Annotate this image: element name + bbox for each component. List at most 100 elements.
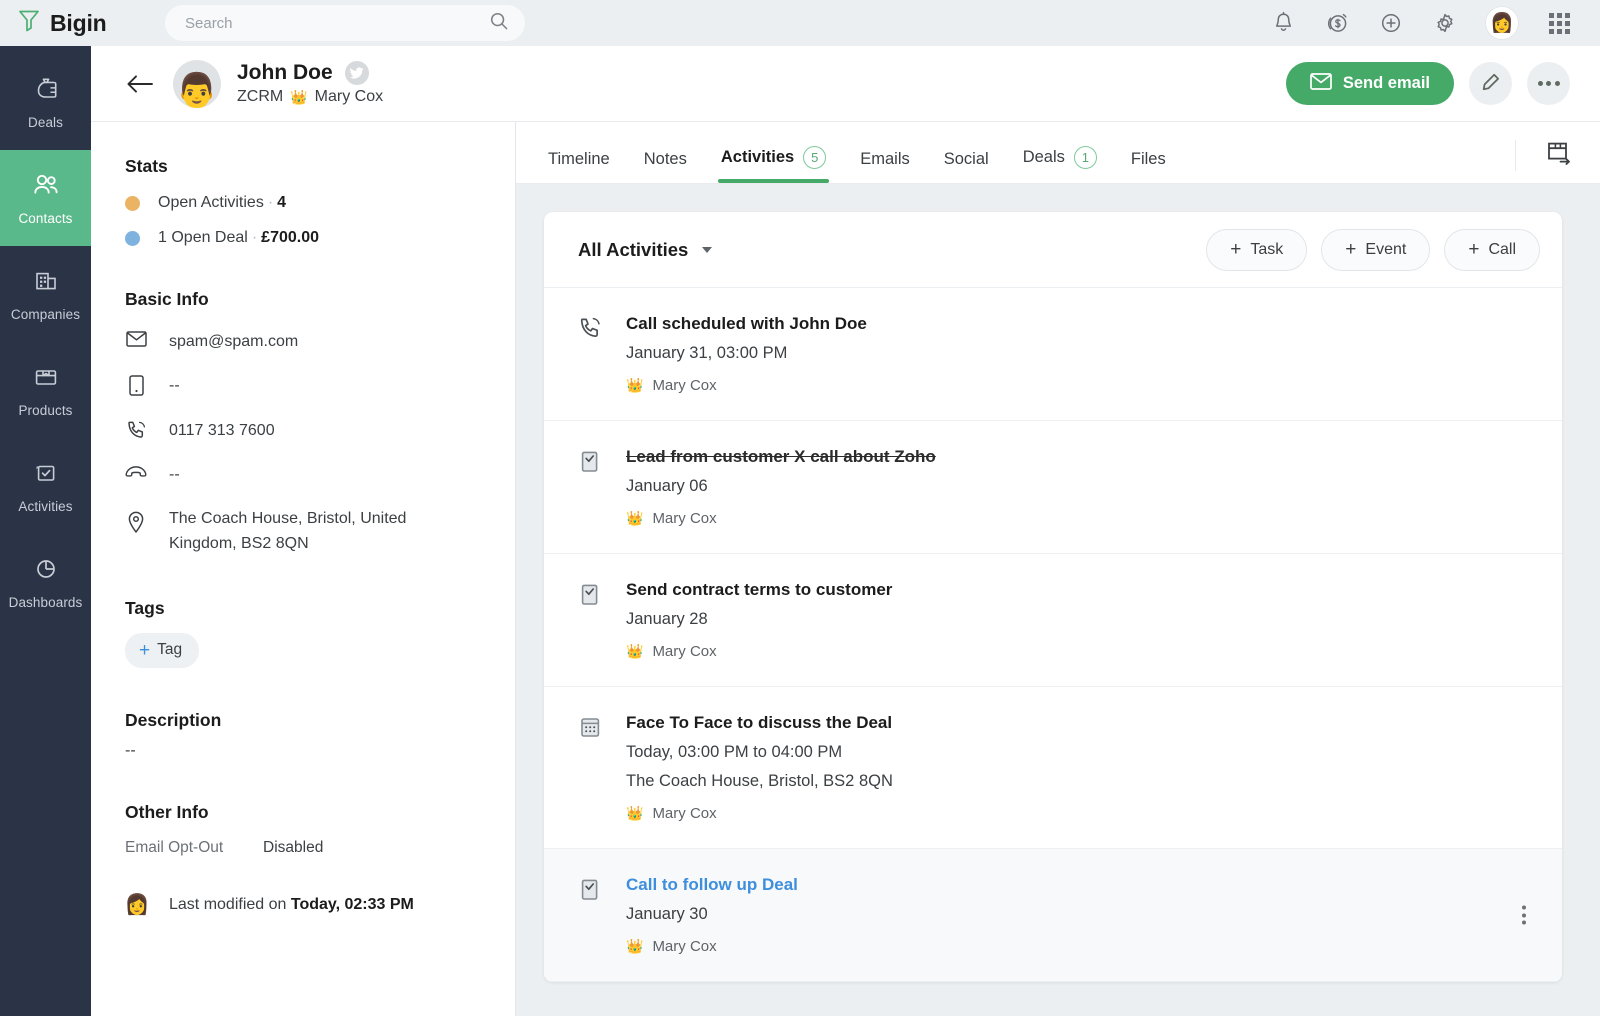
activity-title[interactable]: Send contract terms to customer bbox=[626, 580, 1540, 600]
collapse-panel-icon[interactable] bbox=[1515, 140, 1572, 171]
tab-files[interactable]: Files bbox=[1114, 150, 1183, 183]
tab-badge: 1 bbox=[1073, 146, 1097, 169]
search-box[interactable] bbox=[165, 5, 525, 41]
email-opt-out-row[interactable]: Email Opt-Out Disabled bbox=[125, 839, 481, 857]
email-icon bbox=[125, 330, 147, 347]
contact-photo: 👨 bbox=[173, 59, 221, 108]
activity-body: Lead from customer X call about Zoho Jan… bbox=[626, 447, 1540, 527]
info-row-telephone[interactable]: -- bbox=[125, 463, 481, 487]
task-icon[interactable] bbox=[578, 875, 608, 955]
last-modified-text: Last modified on Today, 02:33 PM bbox=[169, 896, 414, 914]
stat-label: 1 Open Deal bbox=[158, 229, 248, 246]
sidebar-item-activities[interactable]: Activities bbox=[0, 438, 91, 534]
email-opt-out-label: Email Opt-Out bbox=[125, 838, 224, 856]
gear-icon[interactable] bbox=[1432, 10, 1458, 36]
description-title: Description bbox=[125, 709, 222, 730]
more-options-button[interactable] bbox=[1527, 62, 1570, 105]
tab-label: Notes bbox=[643, 150, 687, 168]
activity-row[interactable]: Lead from customer X call about Zoho Jan… bbox=[544, 421, 1562, 554]
activities-card: All Activities + Task + Event + Call Cal… bbox=[544, 212, 1562, 982]
add-icon[interactable] bbox=[1378, 10, 1404, 36]
money-bag-icon bbox=[32, 75, 60, 108]
activity-meta: January 30 bbox=[626, 905, 708, 923]
info-row-email[interactable]: spam@spam.com bbox=[125, 330, 481, 354]
add-tag-button[interactable]: + Tag bbox=[125, 632, 200, 668]
sidebar-item-products[interactable]: Products bbox=[0, 342, 91, 438]
add-task-button[interactable]: + Task bbox=[1206, 228, 1308, 271]
activity-row[interactable]: Face To Face to discuss the Deal Today, … bbox=[544, 687, 1562, 849]
info-row-address[interactable]: The Coach House, Bristol, United Kingdom… bbox=[125, 507, 481, 556]
stat-open-deal[interactable]: 1 Open Deal · £700.00 bbox=[125, 229, 481, 247]
more-vertical-icon[interactable] bbox=[1522, 905, 1526, 925]
notifications-icon[interactable] bbox=[1270, 10, 1296, 36]
tab-notes[interactable]: Notes bbox=[627, 150, 704, 183]
search-icon[interactable] bbox=[489, 11, 509, 36]
back-arrow-icon[interactable] bbox=[123, 67, 157, 101]
edit-button[interactable] bbox=[1469, 62, 1512, 105]
record-identity: John Doe ZCRM 👑 Mary Cox bbox=[237, 61, 383, 106]
task-icon[interactable] bbox=[578, 447, 608, 527]
activities-scroll-area[interactable]: All Activities + Task + Event + Call Cal… bbox=[516, 184, 1600, 1016]
activity-title[interactable]: Call to follow up Deal bbox=[626, 875, 1540, 895]
tab-deals[interactable]: Deals 1 bbox=[1006, 146, 1114, 183]
tab-emails[interactable]: Emails bbox=[843, 150, 927, 183]
box-icon bbox=[32, 363, 60, 396]
add-event-button[interactable]: + Event bbox=[1321, 228, 1431, 271]
user-avatar[interactable]: 👩 bbox=[1486, 7, 1518, 39]
last-modified-time: Today, 02:33 PM bbox=[290, 895, 414, 913]
activity-title[interactable]: Lead from customer X call about Zoho bbox=[626, 447, 1540, 467]
sidebar-item-label: Contacts bbox=[18, 210, 73, 226]
pencil-icon bbox=[1481, 73, 1500, 95]
add-event-label: Event bbox=[1365, 240, 1407, 258]
user-avatar-small: 👩 bbox=[124, 894, 150, 917]
tab-label: Deals bbox=[1022, 148, 1065, 166]
activity-title[interactable]: Face To Face to discuss the Deal bbox=[626, 713, 1540, 733]
info-row-phone[interactable]: 0117 313 7600 bbox=[125, 419, 481, 443]
activity-title[interactable]: Call scheduled with John Doe bbox=[626, 314, 1540, 334]
header-actions: Send email bbox=[1285, 62, 1570, 105]
sidebar-item-contacts[interactable]: Contacts bbox=[0, 150, 91, 246]
activity-owner: 👑 Mary Cox bbox=[626, 510, 1540, 527]
sidebar-item-deals[interactable]: Deals bbox=[0, 54, 91, 150]
event-icon bbox=[578, 713, 608, 822]
activity-row[interactable]: Send contract terms to customer January … bbox=[544, 554, 1562, 687]
add-call-button[interactable]: + Call bbox=[1444, 228, 1540, 271]
building-icon bbox=[32, 267, 60, 300]
stat-dot bbox=[125, 230, 140, 246]
add-call-label: Call bbox=[1488, 240, 1516, 258]
detail-panel: Stats Open Activities · 4 1 Open Deal · £700… bbox=[91, 122, 516, 1016]
more-horizontal-icon bbox=[1537, 81, 1560, 86]
plus-icon: + bbox=[1345, 239, 1357, 260]
brand-name: Bigin bbox=[50, 9, 107, 36]
activities-filter-select[interactable]: All Activities bbox=[578, 239, 713, 261]
activity-owner: 👑 Mary Cox bbox=[626, 643, 1540, 660]
last-modified: 👩 Last modified on Today, 02:33 PM bbox=[125, 893, 481, 917]
tab-activities[interactable]: Activities 5 bbox=[704, 146, 843, 183]
tab-social[interactable]: Social bbox=[927, 150, 1006, 183]
brand[interactable]: Bigin bbox=[17, 8, 137, 38]
info-row-mobile[interactable]: -- bbox=[125, 374, 481, 398]
activity-row[interactable]: Call to follow up Deal January 30 👑 Mary… bbox=[544, 849, 1562, 982]
task-icon[interactable] bbox=[578, 580, 608, 660]
tab-timeline[interactable]: Timeline bbox=[531, 150, 627, 183]
send-email-button[interactable]: Send email bbox=[1285, 62, 1454, 105]
call-icon bbox=[578, 314, 608, 394]
sidebar-item-companies[interactable]: Companies bbox=[0, 246, 91, 342]
twitter-icon[interactable] bbox=[344, 61, 369, 85]
crown-icon: 👑 bbox=[626, 805, 644, 821]
main-area: 👨 John Doe ZCRM 👑 Mary Cox Send email St… bbox=[91, 46, 1600, 1016]
activity-meta: January 28 bbox=[626, 610, 708, 628]
sidebar-item-label: Dashboards bbox=[8, 594, 83, 610]
apps-grid-icon[interactable] bbox=[1546, 10, 1572, 36]
activity-meta: January 06 bbox=[626, 477, 708, 495]
revenue-icon[interactable] bbox=[1324, 10, 1350, 36]
stat-open-activities[interactable]: Open Activities · 4 bbox=[125, 194, 481, 212]
activity-body: Face To Face to discuss the Deal Today, … bbox=[626, 713, 1540, 822]
activity-row[interactable]: Call scheduled with John Doe January 31,… bbox=[544, 288, 1562, 421]
checklist-icon bbox=[32, 459, 60, 492]
tab-badge: 5 bbox=[803, 146, 827, 169]
phone-icon bbox=[125, 419, 147, 441]
sidebar-item-dashboards[interactable]: Dashboards bbox=[0, 534, 91, 630]
search-input[interactable] bbox=[185, 14, 489, 32]
pie-chart-icon bbox=[32, 555, 60, 588]
